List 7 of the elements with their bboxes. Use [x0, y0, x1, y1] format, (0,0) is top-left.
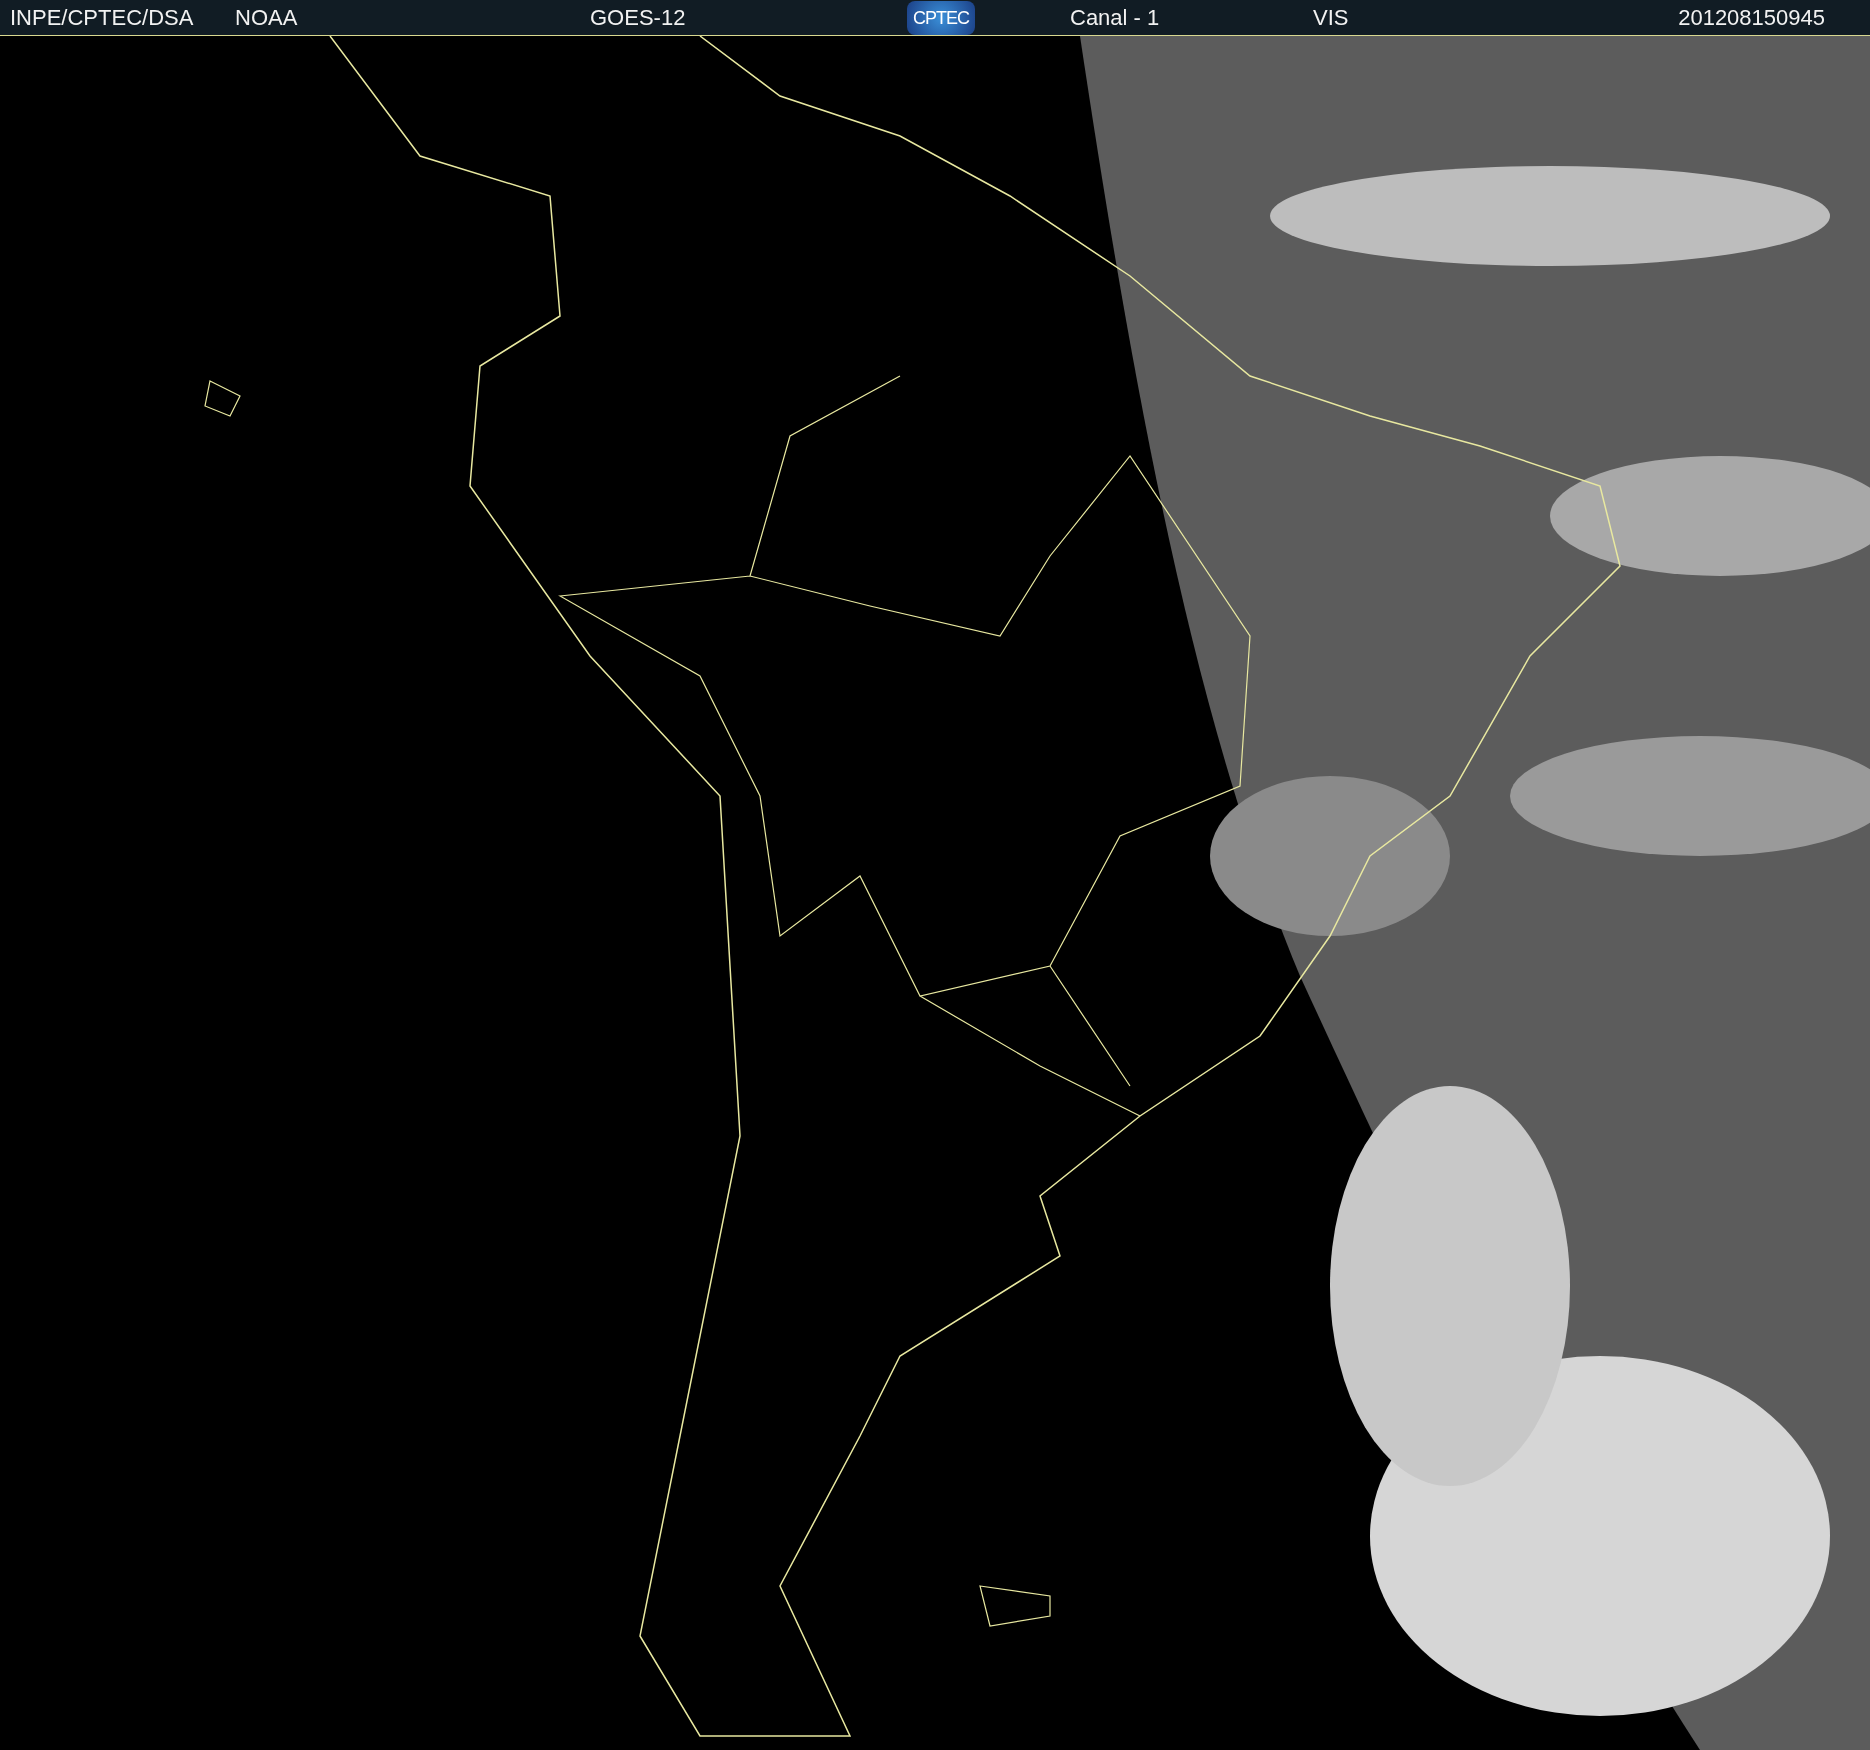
cptec-logo: CPTEC [907, 1, 975, 36]
agency-label: NOAA [235, 5, 298, 30]
timestamp-label: 201208150945 [1678, 5, 1825, 30]
band-label: VIS [1313, 5, 1349, 30]
satellite-label: GOES-12 [590, 5, 686, 30]
channel-label: Canal - 1 [1070, 5, 1160, 30]
source-label: INPE/CPTEC/DSA [10, 5, 194, 30]
